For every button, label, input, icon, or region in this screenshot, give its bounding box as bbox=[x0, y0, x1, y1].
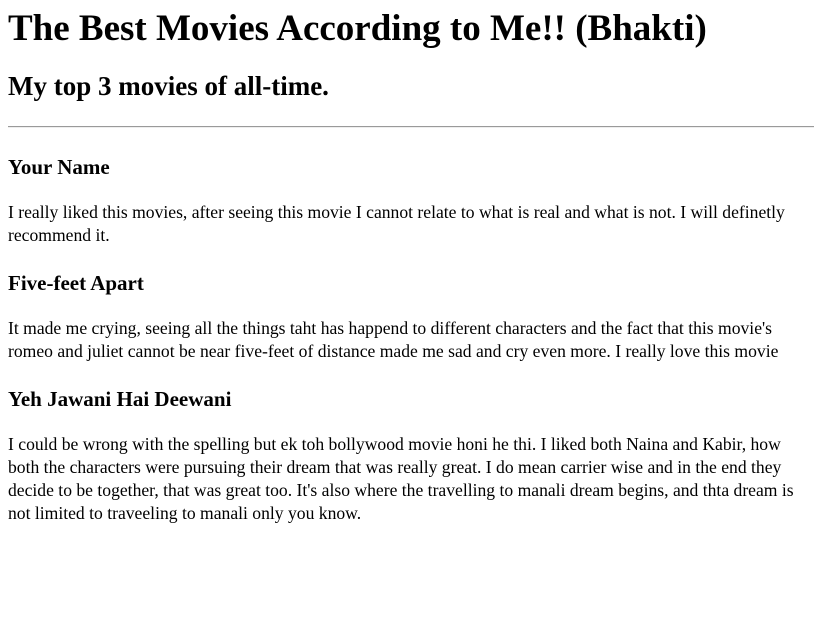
page-subtitle: My top 3 movies of all-time. bbox=[8, 71, 329, 101]
movie-title: Yeh Jawani Hai Deewani bbox=[8, 387, 232, 411]
movie-review: I could be wrong with the spelling but e… bbox=[8, 434, 794, 523]
movie-entry: Your Name I really liked this movies, af… bbox=[8, 154, 814, 247]
movie-title: Your Name bbox=[8, 155, 110, 179]
page-content: The Best Movies According to Me!! (Bhakt… bbox=[0, 8, 822, 525]
movie-entry: Yeh Jawani Hai Deewani I could be wrong … bbox=[8, 386, 814, 525]
movie-review: It made me crying, seeing all the things… bbox=[8, 318, 779, 361]
movie-review: I really liked this movies, after seeing… bbox=[8, 202, 785, 245]
divider bbox=[8, 126, 814, 128]
movie-entry: Five-feet Apart It made me crying, seein… bbox=[8, 270, 814, 363]
page-title: The Best Movies According to Me!! (Bhakt… bbox=[8, 8, 707, 49]
movie-title: Five-feet Apart bbox=[8, 271, 144, 295]
